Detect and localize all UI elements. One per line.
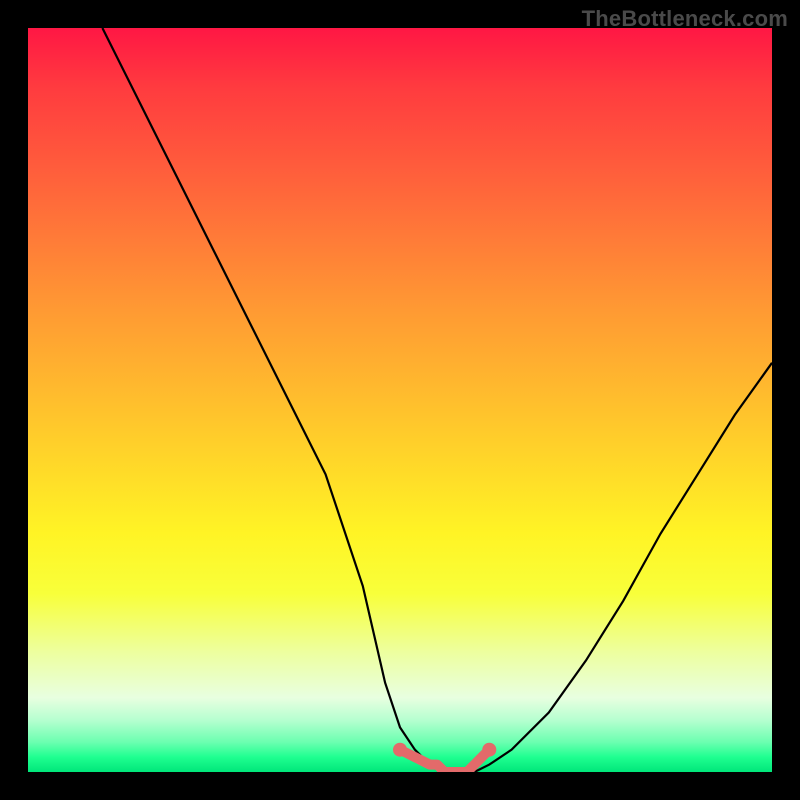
- curve-path: [102, 28, 772, 772]
- bump-dot: [393, 743, 407, 757]
- bottleneck-curve: [102, 28, 772, 772]
- plot-area: [28, 28, 772, 772]
- chart-frame: TheBottleneck.com: [0, 0, 800, 800]
- chart-svg: [28, 28, 772, 772]
- bump-path: [400, 750, 489, 772]
- attribution-text: TheBottleneck.com: [582, 6, 788, 32]
- bump-dot: [482, 743, 496, 757]
